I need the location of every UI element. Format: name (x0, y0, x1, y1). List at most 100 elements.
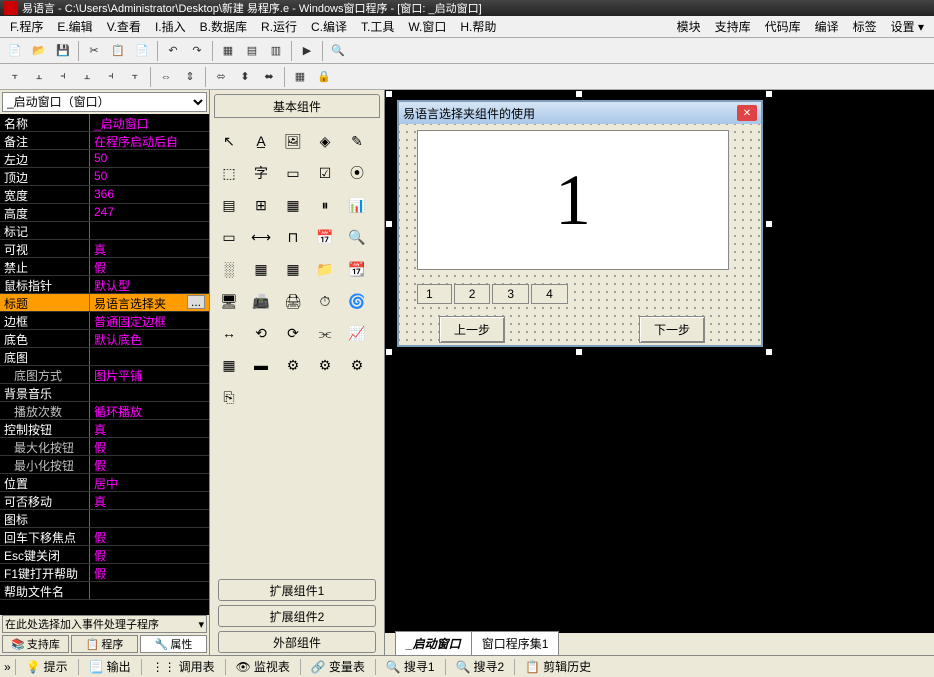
component-item-27[interactable]: 🖨 (280, 288, 306, 314)
component-item-9[interactable]: ⦿ (344, 160, 370, 186)
redo-button[interactable]: ↷ (186, 40, 208, 62)
property-row[interactable]: 可视真 (0, 240, 209, 258)
menu-code-lib[interactable]: 代码库 (759, 16, 807, 37)
property-value[interactable]: 循环播放 (90, 402, 209, 419)
component-item-33[interactable]: ⫘ (312, 320, 338, 346)
property-value[interactable]: 在程序启动后自 (90, 132, 209, 149)
component-item-4[interactable]: ✎ (344, 128, 370, 154)
property-row[interactable]: 备注在程序启动后自 (0, 132, 209, 150)
component-item-40[interactable]: ⎘ (216, 384, 242, 410)
property-value[interactable]: 366 (90, 186, 209, 203)
component-item-5[interactable]: ⬚ (216, 160, 242, 186)
layout2-button[interactable]: ▤ (241, 40, 263, 62)
property-row[interactable]: 底色默认底色 (0, 330, 209, 348)
size-h-icon[interactable]: ⬍ (234, 66, 256, 88)
property-value[interactable]: 假 (90, 438, 209, 455)
size-both-icon[interactable]: ⬌ (258, 66, 280, 88)
align-top-icon[interactable]: ⫠ (76, 66, 98, 88)
component-item-29[interactable]: 🌀 (344, 288, 370, 314)
component-item-14[interactable]: 📊 (344, 192, 370, 218)
component-item-0[interactable]: ↖ (216, 128, 242, 154)
next-button[interactable]: 下一步 (639, 316, 705, 343)
property-row[interactable]: 可否移动真 (0, 492, 209, 510)
property-grid[interactable]: 名称_启动窗口备注在程序启动后自左边50顶边50宽度366高度247标记可视真禁… (0, 114, 209, 615)
property-row[interactable]: 帮助文件名 (0, 582, 209, 600)
component-item-7[interactable]: ▭ (280, 160, 306, 186)
property-row[interactable]: 鼠标指针默认型 (0, 276, 209, 294)
property-row[interactable]: 宽度366 (0, 186, 209, 204)
component-item-32[interactable]: ⟳ (280, 320, 306, 346)
property-row[interactable]: 边框普通固定边框 (0, 312, 209, 330)
prev-button[interactable]: 上一步 (439, 316, 505, 343)
tab-3[interactable]: 3 (492, 284, 529, 304)
tab-4[interactable]: 4 (531, 284, 568, 304)
property-row[interactable]: 底图方式图片平铺 (0, 366, 209, 384)
tab-properties[interactable]: 🔧属性 (140, 635, 207, 653)
align-middle-icon[interactable]: ⫞ (100, 66, 122, 88)
bottom-output[interactable]: 📃输出 (83, 656, 137, 677)
menu-database[interactable]: B.数据库 (194, 16, 253, 37)
component-item-1[interactable]: A̲ (248, 128, 274, 154)
component-item-18[interactable]: 📅 (312, 224, 338, 250)
component-item-31[interactable]: ⟲ (248, 320, 274, 346)
component-item-20[interactable]: ░ (216, 256, 242, 282)
property-row[interactable]: 回车下移焦点假 (0, 528, 209, 546)
menu-compile2[interactable]: 编译 (809, 16, 845, 37)
close-icon[interactable]: ✕ (737, 105, 757, 121)
grid-icon[interactable]: ▦ (289, 66, 311, 88)
tab-program[interactable]: 📋程序 (71, 635, 138, 653)
property-value[interactable]: 假 (90, 528, 209, 545)
layout1-button[interactable]: ▦ (217, 40, 239, 62)
component-item-39[interactable]: ⚙ (344, 352, 370, 378)
object-selector[interactable]: _启动窗口（窗口） (2, 92, 207, 112)
property-row[interactable]: 高度247 (0, 204, 209, 222)
component-item-23[interactable]: 📁 (312, 256, 338, 282)
lock-icon[interactable]: 🔒 (313, 66, 335, 88)
ellipsis-button[interactable]: ... (187, 295, 205, 309)
menu-help[interactable]: H.帮助 (454, 16, 502, 37)
open-button[interactable]: 📂 (28, 40, 50, 62)
menu-module[interactable]: 模块 (671, 16, 707, 37)
property-row[interactable]: 左边50 (0, 150, 209, 168)
cut-button[interactable]: ✂ (83, 40, 105, 62)
menu-insert[interactable]: I.插入 (149, 16, 192, 37)
menu-tags[interactable]: 标签 (847, 16, 883, 37)
dist-h-icon[interactable]: ⇔ (155, 66, 177, 88)
menu-tools[interactable]: T.工具 (355, 16, 400, 37)
property-value[interactable]: 默认型 (90, 276, 209, 293)
tab-1[interactable]: 1 (417, 284, 452, 304)
component-item-19[interactable]: 🔍 (344, 224, 370, 250)
property-row[interactable]: 图标 (0, 510, 209, 528)
property-value[interactable] (90, 384, 209, 401)
bottom-watch[interactable]: 👁监视表 (230, 656, 296, 677)
property-value[interactable]: _启动窗口 (90, 114, 209, 131)
property-value[interactable]: 真 (90, 492, 209, 509)
find-button[interactable]: 🔍 (327, 40, 349, 62)
property-row[interactable]: 名称_启动窗口 (0, 114, 209, 132)
property-row[interactable]: 标题易语言选择夹... (0, 294, 209, 312)
component-item-30[interactable]: ↔ (216, 320, 242, 346)
component-item-28[interactable]: ⏱ (312, 288, 338, 314)
tab-2[interactable]: 2 (454, 284, 491, 304)
component-item-10[interactable]: ▤ (216, 192, 242, 218)
align-right-icon[interactable]: ⫞ (52, 66, 74, 88)
component-item-34[interactable]: 📈 (344, 320, 370, 346)
menu-run[interactable]: R.运行 (255, 16, 303, 37)
component-header[interactable]: 基本组件 (214, 94, 380, 118)
property-value[interactable]: 默认底色 (90, 330, 209, 347)
property-value[interactable] (90, 222, 209, 239)
component-item-26[interactable]: 📠 (248, 288, 274, 314)
menu-settings[interactable]: 设置 ▾ (885, 16, 930, 37)
property-row[interactable]: 最大化按钮假 (0, 438, 209, 456)
size-w-icon[interactable]: ⬄ (210, 66, 232, 88)
component-item-21[interactable]: ▦ (248, 256, 274, 282)
expand-icon[interactable]: » (4, 660, 11, 674)
property-row[interactable]: 底图 (0, 348, 209, 366)
property-value[interactable]: 真 (90, 240, 209, 257)
component-item-36[interactable]: ▬ (248, 352, 274, 378)
component-item-22[interactable]: ▦ (280, 256, 306, 282)
bottom-calltable[interactable]: ⋮⋮调用表 (146, 656, 221, 677)
property-value[interactable]: 居中 (90, 474, 209, 491)
menu-program[interactable]: F.程序 (4, 16, 49, 37)
design-area[interactable]: 易语言选择夹组件的使用 ✕ 1 1 2 3 4 上一步 下一步 _启动窗口 (385, 90, 934, 655)
